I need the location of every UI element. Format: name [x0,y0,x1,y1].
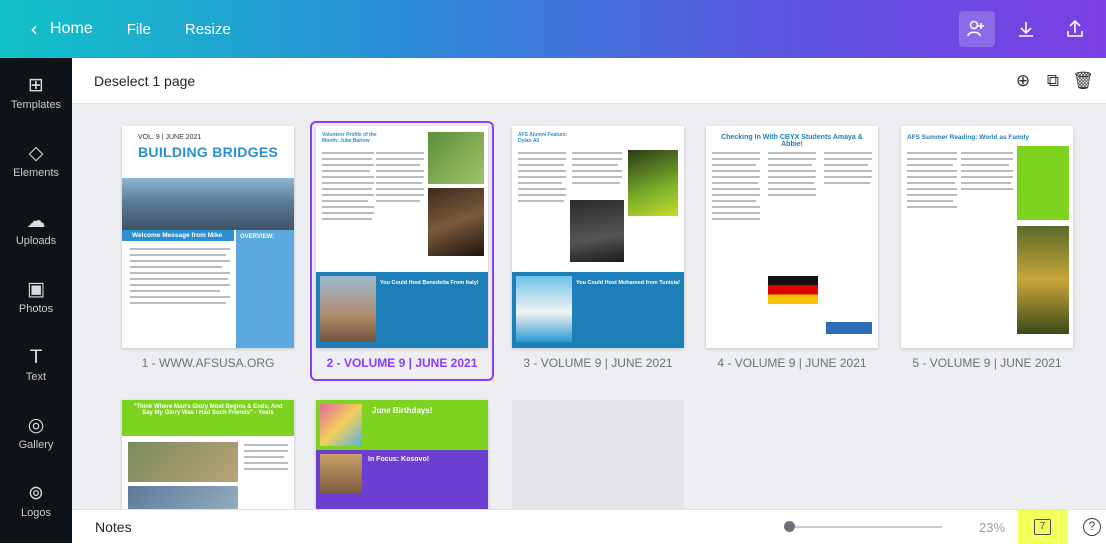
bottom-bar: Notes 23% 7 ? [72,509,1106,544]
page3-banner: You Could Host Mohamed from Tunisia! [512,272,684,348]
elements-icon: ◇ [28,141,44,164]
page1-title: BUILDING BRIDGES [138,144,279,160]
share-people-icon[interactable] [959,11,995,47]
page7-banner-title: In Focus: Kosovo! [368,456,430,463]
gallery-icon: ◎ [27,413,45,436]
page2-title: Volunteer Profile of the Month: Julie Ba… [322,132,377,144]
home-button[interactable]: ‹ Home [30,17,93,41]
page-label-2-text: 2 - VOLUME 9 | JUNE 2021 [326,356,478,370]
delete-page-icon[interactable]: 🗑 [1068,66,1098,96]
logos-icon: ⊚ [28,481,44,504]
notes-button[interactable]: Notes [95,519,132,535]
page4-logo-strip [826,322,872,334]
upload-share-icon[interactable] [1057,11,1093,47]
page7-purple-section: In Focus: Kosovo! [316,450,488,509]
page7-kosovo-photo [320,454,362,494]
home-label: Home [50,20,93,37]
top-toolbar: ‹ Home File Resize [0,0,1106,58]
page-placeholder [512,400,684,509]
zoom-slider-handle[interactable] [784,521,795,532]
page-thumbnail-3[interactable]: AFS Alumni Feature: Dylan Ali You Could … [512,126,684,348]
page-thumbnail-6[interactable]: "Think Where Man's Glory Most Begins & E… [122,400,294,509]
page2-banner: You Could Host Benedetta From Italy! [316,272,488,348]
toolbar-right [959,0,1106,58]
sidebar-item-photos[interactable]: ▣ Photos [0,262,72,330]
chevron-left-icon: ‹ [30,17,38,41]
left-sidebar: ⊞ Templates ◇ Elements ☁ Uploads ▣ Photo… [0,58,72,543]
sidebar-item-label: Photos [18,302,54,315]
page-actions-bar: Deselect 1 page ⊕ ⧉ 🗑 [72,58,1106,104]
page4-flag [768,276,818,304]
page-action-icons: ⊕ ⧉ 🗑 [1008,66,1098,96]
page1-cover-photo [122,178,294,230]
toolbar-left: ‹ Home File Resize [0,0,231,58]
page3-banner-photo [516,276,572,342]
page5-title: AFS Summer Reading: World as Family [907,134,1029,141]
sidebar-item-label: Uploads [15,234,57,247]
page1-overview-panel: OVERVIEW: [236,230,294,348]
page-label-2: 2 - VOLUME 9 | JUNE 2021 [304,356,500,370]
page1-kicker: VOL. 9 | JUNE 2021 [138,134,202,141]
zoom-percentage[interactable]: 23% [979,520,1005,535]
add-page-icon[interactable]: ⊕ [1008,66,1038,96]
uploads-icon: ☁ [26,209,46,232]
page-label-3: 3 - VOLUME 9 | JUNE 2021 [523,356,673,370]
main-canvas-area: Deselect 1 page ⊕ ⧉ 🗑 VOL. 9 | JUNE 2021… [72,58,1106,544]
duplicate-page-icon[interactable]: ⧉ [1038,66,1068,96]
page7-birthday-banner: June Birthdays! [316,400,488,450]
page-label-4: 4 - VOLUME 9 | JUNE 2021 [717,356,867,370]
page1-overview-heading: OVERVIEW: [240,234,275,240]
page6-quote-banner: "Think Where Man's Glory Most Begins & E… [122,400,294,436]
page-thumbnail-5[interactable]: AFS Summer Reading: World as Family [901,126,1073,348]
sidebar-item-text[interactable]: T Text [0,330,72,398]
page3-banner-title: You Could Host Mohamed from Tunisia! [576,280,680,286]
grid-view-icon[interactable]: 7 [1034,519,1051,535]
page7-title: June Birthdays! [372,406,433,415]
page1-section-heading: Welcome Message from Mike [122,230,234,241]
sidebar-item-label: Logos [21,506,51,519]
page-grid: VOL. 9 | JUNE 2021 BUILDING BRIDGES Welc… [72,104,1106,509]
page2-photo-graduate [428,188,484,256]
zoom-slider-track[interactable] [789,526,942,528]
file-menu-button[interactable]: File [127,21,151,38]
page2-banner-photo [320,276,376,342]
sidebar-item-templates[interactable]: ⊞ Templates [0,58,72,126]
sidebar-item-label: Gallery [18,438,54,451]
sidebar-item-label: Elements [13,166,59,179]
page2-banner-title: You Could Host Benedetta From Italy! [380,280,479,286]
resize-button[interactable]: Resize [185,21,231,38]
sidebar-item-label: Text [25,370,47,383]
page-thumbnail-2[interactable]: Volunteer Profile of the Month: Julie Ba… [316,126,488,348]
sidebar-item-gallery[interactable]: ◎ Gallery [0,398,72,466]
sidebar-item-uploads[interactable]: ☁ Uploads [0,194,72,262]
page5-book-cover [1017,226,1069,334]
page-thumbnail-7[interactable]: June Birthdays! In Focus: Kosovo! [316,400,488,509]
text-icon: T [30,345,42,368]
help-icon[interactable]: ? [1083,518,1101,536]
page-thumbnail-4[interactable]: Checking In With CBYX Students Amaya & A… [706,126,878,348]
sidebar-item-label: Templates [10,98,62,111]
sidebar-item-logos[interactable]: ⊚ Logos [0,466,72,534]
page4-title: Checking In With CBYX Students Amaya & A… [721,134,863,148]
page7-balloons-photo [320,404,362,446]
page2-photo-top [428,132,484,184]
page5-green-panel [1017,146,1069,220]
page6-photo-1 [128,442,238,482]
templates-icon: ⊞ [28,73,44,96]
page3-book-cover [628,150,678,216]
page6-photo-2 [128,486,238,509]
page-label-1: 1 - WWW.AFSUSA.ORG [141,356,275,370]
page3-title: AFS Alumni Feature: Dylan Ali [518,132,568,144]
sidebar-item-elements[interactable]: ◇ Elements [0,126,72,194]
photos-icon: ▣ [27,277,45,300]
page3-graduate-photo [570,200,624,262]
deselect-pages-button[interactable]: Deselect 1 page [94,73,195,89]
page-label-5: 5 - VOLUME 9 | JUNE 2021 [912,356,1062,370]
download-icon[interactable] [1008,11,1044,47]
page-thumbnail-1[interactable]: VOL. 9 | JUNE 2021 BUILDING BRIDGES Welc… [122,126,294,348]
